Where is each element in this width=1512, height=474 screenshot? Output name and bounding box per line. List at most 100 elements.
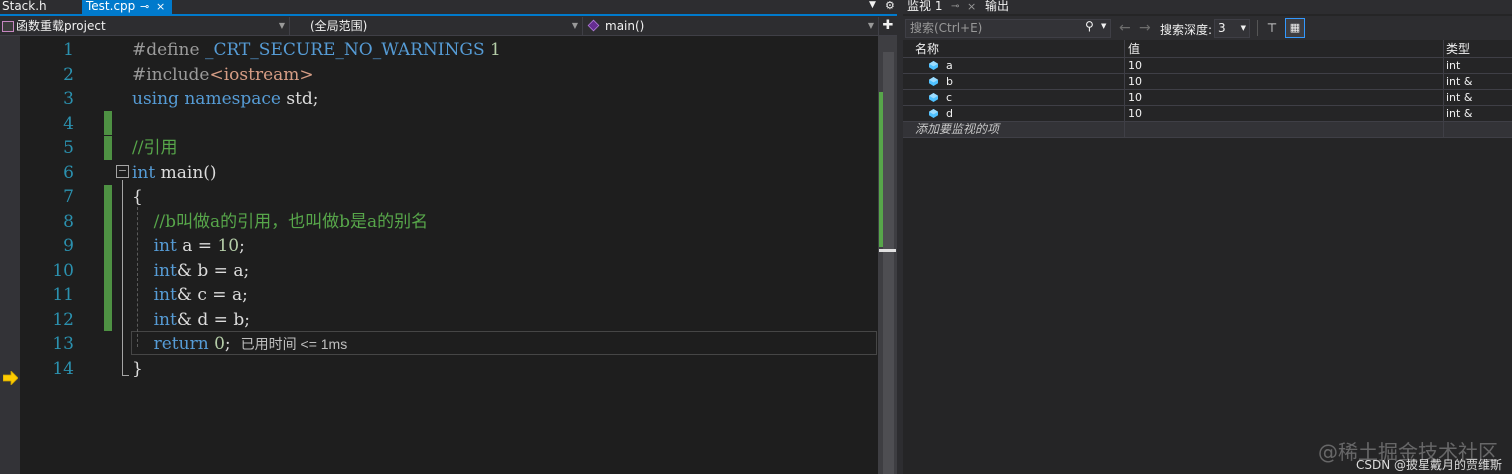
- code-line-6: int main(): [132, 161, 877, 186]
- watch-row-value[interactable]: 10: [1128, 74, 1142, 89]
- search-placeholder: 搜索(Ctrl+E): [910, 21, 983, 35]
- pin-icon[interactable]: ⊸: [140, 0, 149, 13]
- tab-stack-h[interactable]: Stack.h: [0, 0, 82, 14]
- code-line-7: {: [132, 185, 877, 210]
- watch-row-value[interactable]: 10: [1128, 90, 1142, 105]
- editor-tab-bar: Stack.h Test.cpp ⊸ × ▼ ⚙: [0, 0, 897, 14]
- tab-overflow-icon[interactable]: ▼: [869, 0, 876, 10]
- add-watch-item[interactable]: 添加要监视的项: [903, 122, 1512, 138]
- watch-variable-icon: [929, 109, 938, 118]
- line-number: 7: [63, 187, 74, 207]
- outline-guide-end: [122, 375, 129, 376]
- watch-variable-icon: [929, 61, 938, 70]
- collapse-toggle-icon[interactable]: −: [116, 165, 129, 178]
- search-input[interactable]: 搜索(Ctrl+E): [905, 19, 1111, 38]
- watch-row-name: d: [946, 107, 953, 120]
- saved-change-bar: [104, 185, 112, 331]
- code-line-2: #include<iostream>: [132, 63, 877, 88]
- watch-variable-icon: [929, 77, 938, 86]
- pin-icon[interactable]: ⊸: [951, 0, 959, 13]
- function-label: main(): [605, 19, 645, 33]
- tab-label: Test.cpp: [86, 0, 136, 13]
- comment: //引用: [132, 138, 178, 158]
- saved-change-bar: [104, 111, 112, 135]
- perf-tip[interactable]: 已用时间 <= 1ms: [241, 336, 348, 352]
- column-divider: [1124, 74, 1125, 89]
- code-line-3: using namespace std;: [132, 87, 877, 112]
- credit-text: CSDN @披星戴月的贾维斯: [1355, 458, 1502, 472]
- tab-test-cpp[interactable]: Test.cpp ⊸ ×: [82, 0, 172, 14]
- keyword: int: [153, 236, 177, 256]
- saved-change-bar: [104, 136, 112, 160]
- code-line-10: int& b = a;: [132, 259, 877, 284]
- macro-name: _CRT_SECURE_NO_WARNINGS: [204, 40, 485, 60]
- chevron-down-icon[interactable]: ▼: [1101, 22, 1106, 30]
- arrow-left-icon[interactable]: ←: [1119, 20, 1131, 36]
- column-divider: [1124, 106, 1125, 121]
- line-number: 9: [63, 236, 74, 256]
- project-dropdown[interactable]: 函数重载project ▼: [0, 17, 290, 35]
- watch-row-type: int &: [1446, 107, 1473, 120]
- gear-icon[interactable]: ⚙: [885, 0, 895, 12]
- include-header: <iostream>: [209, 64, 314, 85]
- column-header-type[interactable]: 类型: [1446, 40, 1470, 58]
- watch-row[interactable]: a 10 int: [903, 58, 1512, 74]
- column-header-value[interactable]: 值: [1128, 40, 1140, 58]
- column-divider: [1443, 106, 1444, 121]
- line-number: 12: [52, 309, 74, 330]
- watch-variable-icon: [929, 93, 938, 102]
- watch-row-value[interactable]: 10: [1128, 106, 1142, 121]
- tab-label: Stack.h: [2, 0, 47, 13]
- arrow-right-icon[interactable]: →: [1139, 20, 1151, 36]
- tab-watch-1[interactable]: 监视 1: [907, 0, 942, 13]
- keyword: int: [132, 162, 156, 183]
- filter-icon[interactable]: ⊤: [1263, 19, 1281, 37]
- column-divider: [1443, 58, 1444, 73]
- watch-pane: 监视 1 ⊸ × 输出 搜索(Ctrl+E) ⚲ ▼ ← → 搜索深度: 3 ▼…: [903, 0, 1512, 474]
- function-dropdown[interactable]: main() ▼: [585, 17, 879, 35]
- close-icon[interactable]: ×: [156, 0, 165, 13]
- scope-dropdown[interactable]: (全局范围) ▼: [292, 17, 583, 35]
- code-text: std;: [286, 89, 319, 109]
- glyph-margin[interactable]: [0, 36, 20, 474]
- code-text: main(): [160, 162, 217, 183]
- column-header-name[interactable]: 名称: [915, 40, 939, 58]
- watch-row[interactable]: c 10 int &: [903, 90, 1512, 106]
- column-divider: [1124, 90, 1125, 105]
- watch-tab-bar: 监视 1 ⊸ × 输出: [903, 0, 1512, 14]
- watch-row[interactable]: b 10 int &: [903, 74, 1512, 90]
- split-editor-icon[interactable]: ✚: [880, 17, 896, 35]
- column-divider[interactable]: [1443, 40, 1444, 57]
- code-text: a =: [182, 236, 218, 256]
- column-divider: [1443, 122, 1444, 137]
- search-depth-label: 搜索深度:: [1160, 23, 1213, 37]
- line-number: 5: [63, 138, 74, 158]
- scrollbar-thumb[interactable]: [883, 52, 894, 474]
- search-icon[interactable]: ⚲: [1085, 19, 1094, 33]
- watch-toolbar: 搜索(Ctrl+E) ⚲ ▼ ← → 搜索深度: 3 ▼ ⊤ ▦: [903, 16, 1512, 40]
- close-icon[interactable]: ×: [967, 0, 976, 13]
- project-icon: [2, 21, 14, 32]
- navigation-bar: 函数重载project ▼ (全局范围) ▼ main() ▼ ✚: [0, 16, 897, 36]
- number-literal: 0: [214, 334, 225, 354]
- tab-output[interactable]: 输出: [985, 0, 1009, 13]
- column-divider[interactable]: [1124, 40, 1125, 57]
- code-editor[interactable]: #define _CRT_SECURE_NO_WARNINGS 1 #inclu…: [132, 38, 877, 381]
- code-line-12: int& d = b;: [132, 308, 877, 333]
- scrollbar-change-marker: [879, 92, 883, 247]
- line-number: 4: [63, 113, 74, 134]
- search-depth-select[interactable]: 3 ▼: [1214, 19, 1250, 38]
- watch-row-name: c: [946, 91, 953, 104]
- chevron-down-icon: ▼: [1240, 24, 1246, 32]
- line-number: 11: [52, 285, 74, 305]
- view-toggle-icon[interactable]: ▦: [1285, 18, 1305, 38]
- watch-table-header: 名称 值 类型: [903, 40, 1512, 58]
- code-line-1: #define _CRT_SECURE_NO_WARNINGS 1: [132, 38, 877, 63]
- watch-row-value[interactable]: 10: [1128, 58, 1142, 73]
- code-line-11: int& c = a;: [132, 283, 877, 308]
- column-divider: [1443, 90, 1444, 105]
- scope-label: (全局范围): [310, 19, 368, 33]
- watch-row[interactable]: d 10 int &: [903, 106, 1512, 122]
- keyword: namespace: [184, 89, 281, 109]
- column-divider: [1124, 122, 1125, 137]
